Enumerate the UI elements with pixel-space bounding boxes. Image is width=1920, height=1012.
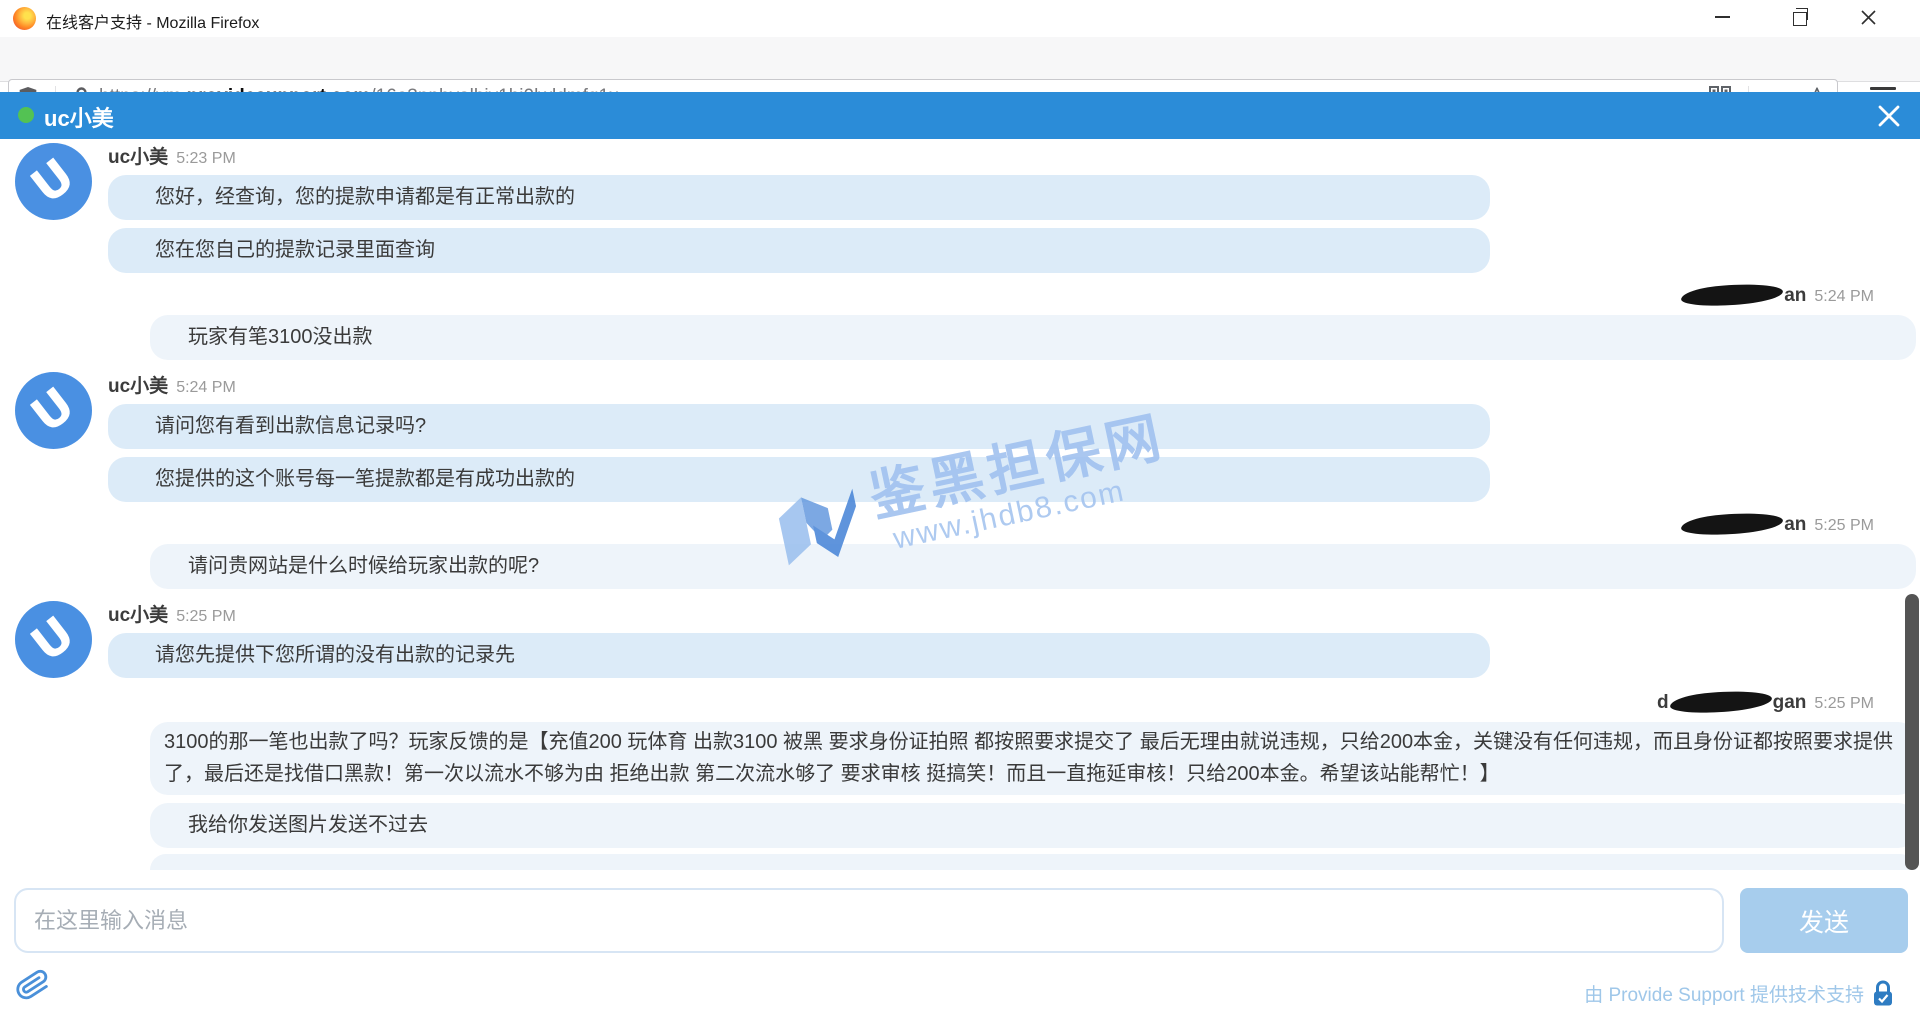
message-time: 5:25 PM xyxy=(1814,695,1874,712)
visitor-message-group: an 5:24 PM 玩家有笔3100没出款 xyxy=(150,283,1916,360)
sender-name-row: an 5:24 PM xyxy=(150,283,1916,309)
powered-by-link[interactable]: 由 Provide Support 提供技术支持 xyxy=(1584,980,1864,1007)
minimize-button[interactable] xyxy=(1699,2,1745,32)
message-input[interactable] xyxy=(14,888,1724,953)
message-time: 5:24 PM xyxy=(1814,288,1874,305)
uc-logo-icon: U xyxy=(22,606,86,673)
scrollbar-thumb[interactable] xyxy=(1905,594,1919,870)
agent-message-group: Uuc小美5:24 PM请问您有看到出款信息记录吗?您提供的这个账号每一笔提款都… xyxy=(108,374,1490,502)
visitor-message-group: an 5:25 PM 请问贵网站是什么时候给玩家出款的呢? xyxy=(150,512,1916,589)
minimize-icon xyxy=(1715,16,1730,18)
sender-name-row: an 5:25 PM xyxy=(150,512,1916,538)
sender-name: uc小美 xyxy=(108,147,168,168)
chat-bubble-cutoff xyxy=(150,854,1916,870)
message-time: 5:25 PM xyxy=(1814,517,1874,534)
message-composer: 发送 由 Provide Support 提供技术支持 xyxy=(0,870,1920,1012)
paperclip-icon xyxy=(12,963,53,1007)
chat-header: uc小美 xyxy=(0,92,1920,139)
agent-avatar: U xyxy=(15,601,92,678)
sender-name-row: d gan 5:25 PM xyxy=(150,690,1916,716)
sender-name-row: uc小美 5:24 PM xyxy=(108,374,1490,400)
visitor-name-suffix: an xyxy=(1784,514,1806,535)
agent-avatar: U xyxy=(15,143,92,220)
chat-bubble: 我给你发送图片发送不过去 xyxy=(150,803,1916,848)
chat-bubble: 您好，经查询，您的提款申请都是有正常出款的 xyxy=(108,175,1490,220)
chat-body: Uuc小美 5:23 PM 您好，经查询，您的提款申请都是有正常出款的您在您自己的提… xyxy=(0,139,1920,870)
visitor-message-group: d gan 5:25 PM 3100的那一笔也出款了吗？玩家反馈的是【充值200 玩体… xyxy=(150,690,1916,870)
maximize-button[interactable] xyxy=(1777,2,1823,32)
secure-lock-icon[interactable] xyxy=(1872,980,1894,1007)
redacted-name-scribble xyxy=(1681,282,1784,308)
message-time: 5:23 PM xyxy=(176,150,236,167)
uc-logo-icon: U xyxy=(22,148,86,215)
close-icon xyxy=(1876,103,1902,129)
close-button[interactable] xyxy=(1845,2,1891,32)
window-title: 在线客户支持 - Mozilla Firefox xyxy=(46,9,259,33)
uc-logo-icon: U xyxy=(22,377,86,444)
redacted-name-scribble xyxy=(1669,689,1772,715)
browser-toolbar: https://vm.providesupport.com/16o3ppbyal… xyxy=(0,37,1920,82)
chat-bubble: 玩家有笔3100没出款 xyxy=(150,315,1916,360)
message-time: 5:24 PM xyxy=(176,379,236,396)
chat-bubble: 请问贵网站是什么时候给玩家出款的呢? xyxy=(150,544,1916,589)
firefox-icon xyxy=(13,7,36,30)
attach-file-button[interactable] xyxy=(14,966,52,1006)
chat-close-button[interactable] xyxy=(1876,103,1902,129)
visitor-name-suffix: an xyxy=(1784,285,1806,306)
agent-message-group: Uuc小美5:25 PM请您先提供下您所谓的没有出款的记录先 xyxy=(108,603,1490,678)
menu-icon xyxy=(1870,87,1896,90)
chat-agent-name: uc小美 xyxy=(44,101,114,133)
sender-name-row: uc小美 5:25 PM xyxy=(108,603,1490,629)
agent-avatar: U xyxy=(15,372,92,449)
online-status-icon xyxy=(18,107,34,123)
visitor-name-prefix: d xyxy=(1657,692,1669,713)
chat-bubble: 请您先提供下您所谓的没有出款的记录先 xyxy=(108,633,1490,678)
chat-bubble: 请问您有看到出款信息记录吗? xyxy=(108,404,1490,449)
chat-bubble: 您提供的这个账号每一笔提款都是有成功出款的 xyxy=(108,457,1490,502)
redacted-name-scribble xyxy=(1681,511,1784,537)
powered-by-row: 由 Provide Support 提供技术支持 xyxy=(1584,980,1894,1007)
send-button[interactable]: 发送 xyxy=(1740,888,1908,953)
maximize-icon xyxy=(1793,12,1807,26)
sender-name: uc小美 xyxy=(108,376,168,397)
sender-name-row: uc小美 5:23 PM xyxy=(108,145,1490,171)
agent-message-group: Uuc小美5:23 PM您好，经查询，您的提款申请都是有正常出款的您在您自己的提… xyxy=(108,145,1490,273)
firefox-window: 在线客户支持 - Mozilla Firefox https://vm.prov… xyxy=(0,0,1920,1012)
chat-bubble: 您在您自己的提款记录里面查询 xyxy=(108,228,1490,273)
chat-bubble: 3100的那一笔也出款了吗？玩家反馈的是【充值200 玩体育 出款3100 被黑… xyxy=(150,722,1916,795)
window-titlebar: 在线客户支持 - Mozilla Firefox xyxy=(0,0,1920,37)
close-icon xyxy=(1861,10,1876,25)
message-time: 5:25 PM xyxy=(176,608,236,625)
visitor-name-suffix: gan xyxy=(1773,692,1807,713)
sender-name: uc小美 xyxy=(108,605,168,626)
